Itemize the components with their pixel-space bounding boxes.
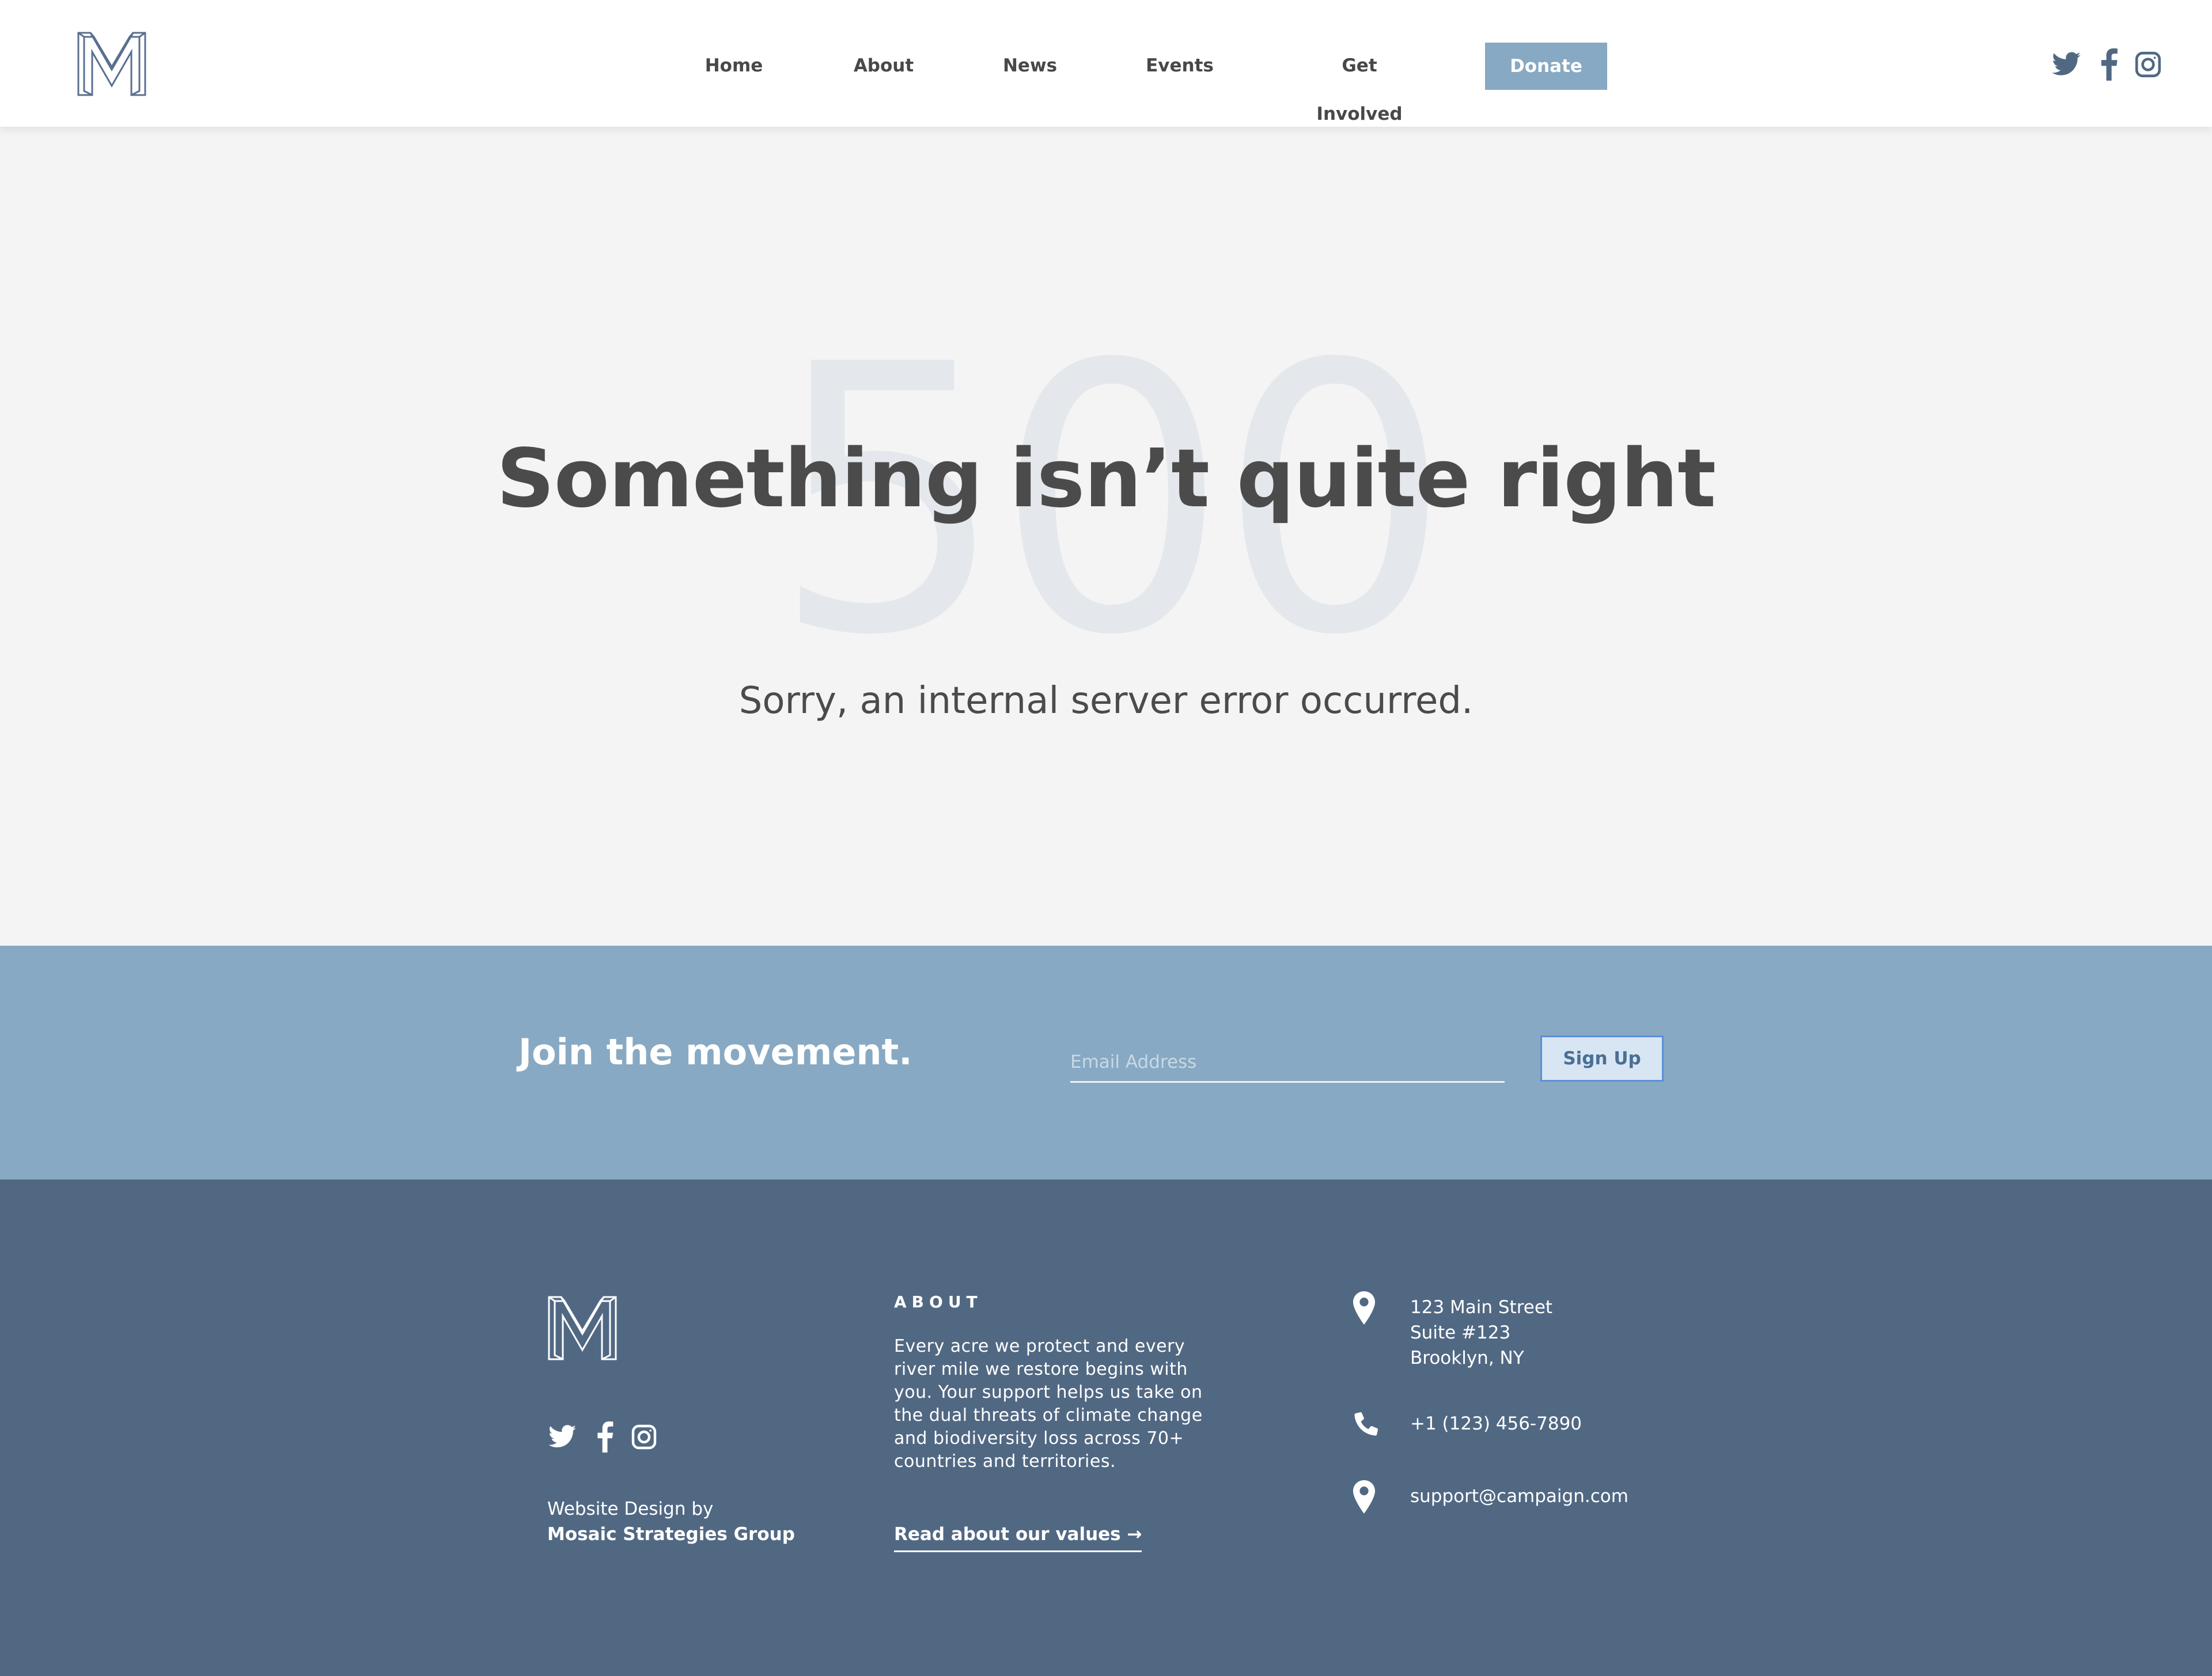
twitter-icon[interactable] bbox=[2051, 48, 2082, 81]
site-header: Home About News Events Get Involved Dona… bbox=[0, 0, 2212, 127]
newsletter-signup: Join the movement. Sign Up bbox=[0, 946, 2212, 1180]
about-heading: ABOUT bbox=[894, 1292, 983, 1311]
phone-icon bbox=[1350, 1409, 1382, 1441]
nav-events[interactable]: Events bbox=[1145, 41, 1214, 90]
site-footer: Website Design by Mosaic Strategies Grou… bbox=[0, 1180, 2212, 1676]
address-line: Suite #123 bbox=[1410, 1322, 1511, 1343]
page-title: Something isn’t quite right bbox=[496, 432, 1716, 526]
m-monogram-logo-footer[interactable] bbox=[547, 1295, 618, 1362]
map-pin-icon bbox=[1350, 1480, 1378, 1516]
design-credit: Website Design by Mosaic Strategies Grou… bbox=[547, 1496, 795, 1547]
about-text: Every acre we protect and every river mi… bbox=[894, 1336, 1203, 1472]
email-address[interactable]: support@campaign.com bbox=[1410, 1484, 1628, 1509]
nav-news[interactable]: News bbox=[1000, 41, 1060, 90]
main-nav: Home About News Events Get Involved bbox=[0, 41, 2212, 124]
nav-about[interactable]: About bbox=[851, 41, 916, 90]
donate-button[interactable]: Donate bbox=[1485, 43, 1607, 90]
phone-number[interactable]: +1 (123) 456-7890 bbox=[1410, 1411, 1582, 1436]
newsletter-heading: Join the movement. bbox=[518, 1031, 912, 1073]
map-pin-icon bbox=[1350, 1291, 1378, 1327]
address-line: 123 Main Street bbox=[1410, 1297, 1553, 1318]
nav-home[interactable]: Home bbox=[702, 41, 766, 90]
address: 123 Main Street Suite #123 Brooklyn, NY bbox=[1410, 1295, 1552, 1371]
email-field[interactable] bbox=[1070, 1042, 1505, 1083]
error-message: Sorry, an internal server error occurred… bbox=[738, 680, 1474, 722]
design-firm-link[interactable]: Mosaic Strategies Group bbox=[547, 1522, 795, 1547]
instagram-icon[interactable] bbox=[630, 1421, 658, 1455]
facebook-icon[interactable] bbox=[596, 1421, 614, 1455]
sign-up-button[interactable]: Sign Up bbox=[1540, 1036, 1664, 1082]
twitter-icon[interactable] bbox=[547, 1421, 577, 1455]
values-link[interactable]: Read about our values → bbox=[894, 1524, 1142, 1552]
nav-get-involved[interactable]: Get Involved bbox=[1300, 41, 1419, 124]
instagram-icon[interactable] bbox=[2134, 48, 2162, 81]
facebook-icon[interactable] bbox=[2099, 48, 2119, 81]
design-credit-label: Website Design by bbox=[547, 1499, 714, 1519]
error-hero: 500 Something isn’t quite right Sorry, a… bbox=[0, 127, 2212, 946]
address-line: Brooklyn, NY bbox=[1410, 1348, 1524, 1368]
